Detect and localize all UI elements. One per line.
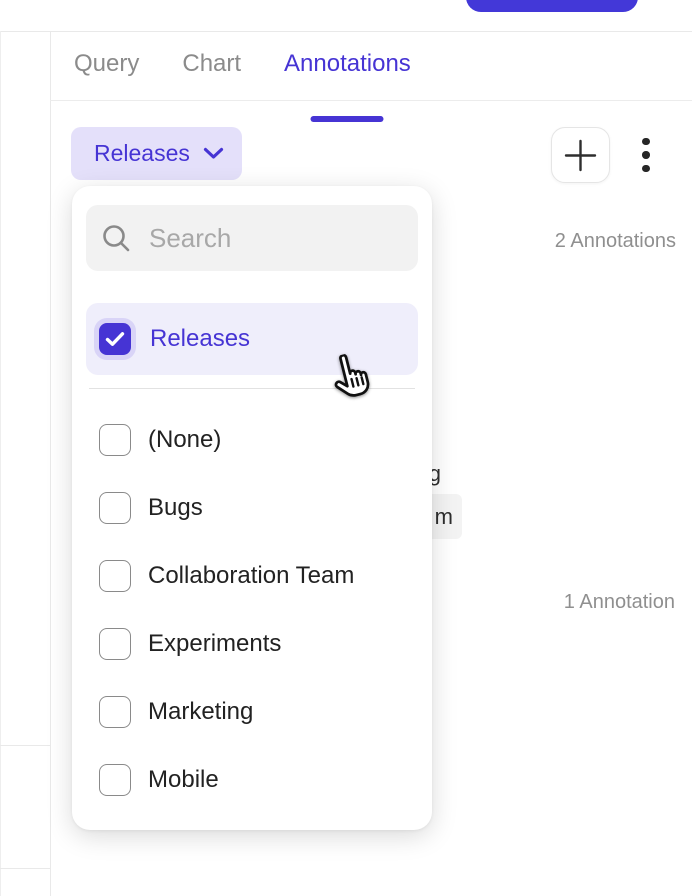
option-label: Mobile bbox=[148, 766, 219, 794]
sidebar-divider bbox=[50, 31, 51, 896]
window-left-border bbox=[0, 31, 1, 896]
option-label: (None) bbox=[148, 426, 221, 454]
option-none[interactable]: (None) bbox=[86, 406, 418, 474]
option-label: Collaboration Team bbox=[148, 562, 354, 590]
search-icon bbox=[101, 223, 132, 254]
more-options-button[interactable] bbox=[633, 131, 659, 179]
option-releases[interactable]: Releases bbox=[86, 303, 418, 375]
checkbox-mobile[interactable] bbox=[99, 764, 131, 796]
releases-dropdown-panel: Releases (None) Bugs Collaboration Team … bbox=[72, 186, 432, 830]
kebab-icon bbox=[642, 138, 650, 146]
filter-button-label: Releases bbox=[94, 140, 190, 167]
header-divider bbox=[0, 31, 692, 32]
tab-bar: Query Chart Annotations bbox=[74, 50, 411, 96]
option-bugs[interactable]: Bugs bbox=[86, 474, 418, 542]
checkbox-none[interactable] bbox=[99, 424, 131, 456]
header-primary-button[interactable] bbox=[466, 0, 638, 12]
option-collaboration-team[interactable]: Collaboration Team bbox=[86, 542, 418, 610]
checkbox-bugs[interactable] bbox=[99, 492, 131, 524]
sidebar-row-divider bbox=[0, 868, 50, 869]
option-label: Experiments bbox=[148, 630, 281, 658]
add-annotation-button[interactable] bbox=[551, 127, 610, 183]
option-label: Marketing bbox=[148, 698, 253, 726]
tab-annotations[interactable]: Annotations bbox=[284, 50, 411, 96]
checkbox-experiments[interactable] bbox=[99, 628, 131, 660]
annotation-count-top: 2 Annotations bbox=[555, 230, 676, 253]
active-tab-underline bbox=[311, 116, 384, 122]
sidebar-row-divider bbox=[0, 745, 50, 746]
checkbox-collaboration-team[interactable] bbox=[99, 560, 131, 592]
option-marketing[interactable]: Marketing bbox=[86, 678, 418, 746]
tab-annotations-label: Annotations bbox=[284, 50, 411, 77]
search-input[interactable] bbox=[149, 205, 484, 271]
checkmark-icon bbox=[105, 331, 125, 347]
app-window: Query Chart Annotations Releases 2 Annot… bbox=[0, 0, 692, 896]
option-list: (None) Bugs Collaboration Team Experimen… bbox=[86, 406, 418, 814]
option-experiments[interactable]: Experiments bbox=[86, 610, 418, 678]
checkbox-marketing[interactable] bbox=[99, 696, 131, 728]
tab-query[interactable]: Query bbox=[74, 50, 139, 96]
checkbox-releases[interactable] bbox=[99, 323, 131, 355]
annotation-count-bottom: 1 Annotation bbox=[564, 591, 675, 614]
tabbar-divider bbox=[50, 100, 692, 101]
releases-filter-button[interactable]: Releases bbox=[71, 127, 242, 180]
plus-icon bbox=[564, 139, 597, 172]
option-mobile[interactable]: Mobile bbox=[86, 746, 418, 814]
option-label: Releases bbox=[150, 325, 250, 353]
dropdown-search[interactable] bbox=[86, 205, 418, 271]
option-label: Bugs bbox=[148, 494, 203, 522]
tab-chart[interactable]: Chart bbox=[182, 50, 241, 96]
kebab-icon bbox=[642, 165, 650, 173]
kebab-icon bbox=[642, 151, 650, 159]
chevron-down-icon bbox=[203, 147, 224, 160]
dropdown-divider bbox=[89, 388, 415, 389]
